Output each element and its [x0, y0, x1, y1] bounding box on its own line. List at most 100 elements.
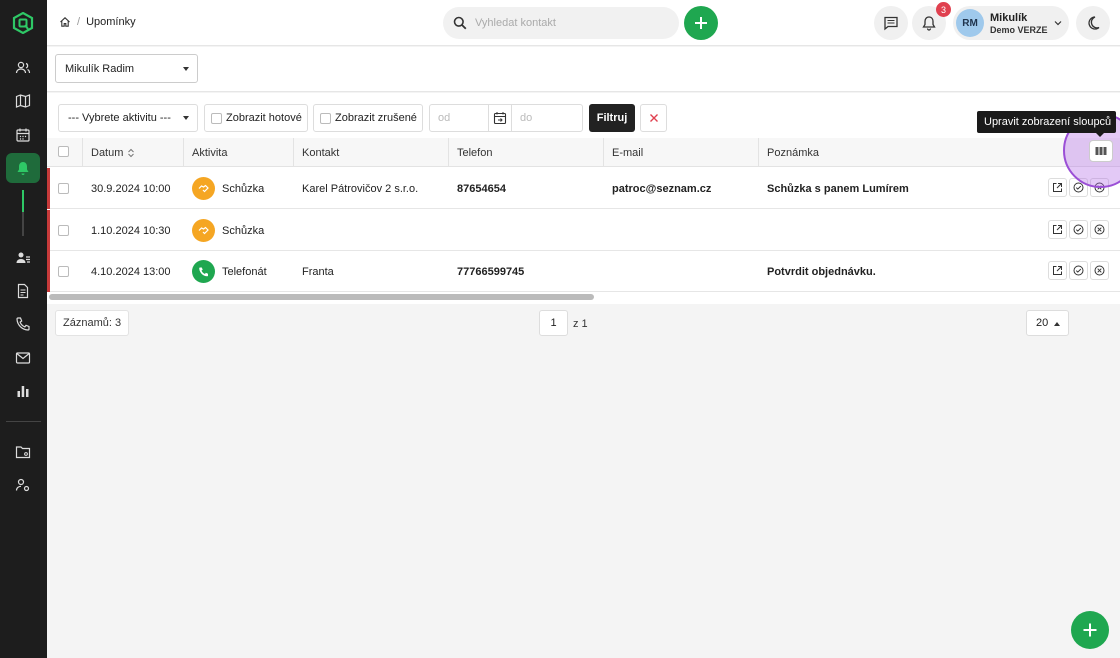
complete-button[interactable]	[1069, 261, 1088, 280]
column-poznamka[interactable]: Poznámka	[758, 138, 1088, 167]
plus-icon	[1083, 623, 1097, 637]
search-box[interactable]	[443, 7, 679, 39]
show-done-checkbox[interactable]	[211, 112, 222, 124]
floating-add-button[interactable]	[1071, 611, 1109, 649]
row-checkbox[interactable]	[58, 266, 69, 280]
activity-select-value: --- Vybrete aktivitu ---	[68, 112, 171, 124]
row-checkbox[interactable]	[58, 183, 69, 197]
clear-filter-button[interactable]	[640, 104, 667, 132]
cancel-button[interactable]	[1090, 220, 1109, 239]
row-note: Schůzka s panem Lumírem	[767, 182, 909, 195]
activity-select[interactable]: --- Vybrete aktivitu ---	[58, 104, 198, 132]
row-activity: Schůzka	[192, 168, 264, 209]
sidebar-progress-line	[22, 190, 24, 212]
show-cancelled-checkbox[interactable]	[320, 112, 331, 124]
sidebar-item-user-tasks[interactable]	[6, 243, 40, 273]
open-button[interactable]	[1048, 220, 1067, 239]
sidebar-item-documents[interactable]	[6, 276, 40, 306]
row-phone[interactable]: 87654654	[457, 168, 506, 209]
complete-button[interactable]	[1069, 220, 1088, 239]
caret-up-icon	[1054, 322, 1060, 326]
show-cancelled-toggle[interactable]: Zobrazit zrušené	[313, 104, 423, 132]
calendar-icon	[16, 128, 30, 142]
phone-icon	[192, 260, 215, 283]
records-count: Záznamů: 3	[55, 310, 130, 336]
chevron-down-icon	[1054, 21, 1062, 26]
show-done-toggle[interactable]: Zobrazit hotové	[204, 104, 308, 132]
row-date: 1.10.2024 10:30	[91, 224, 171, 237]
table-row[interactable]: 30.9.2024 10:00 Schůzka Karel Pátrovičov…	[47, 168, 1120, 209]
row-date: 4.10.2024 13:00	[91, 265, 171, 278]
column-kontakt[interactable]: Kontakt	[293, 138, 448, 167]
sidebar-item-calendar[interactable]	[6, 120, 40, 150]
add-button[interactable]	[684, 6, 718, 40]
table-row[interactable]: 4.10.2024 13:00 Telefonát Franta 7776659…	[47, 251, 1120, 292]
row-note: Potvrdit objednávku.	[767, 265, 876, 278]
dark-mode-button[interactable]	[1076, 6, 1110, 40]
moon-icon	[1088, 16, 1100, 30]
column-telefon[interactable]: Telefon	[448, 138, 603, 167]
sidebar-divider	[6, 421, 41, 422]
search-input[interactable]	[475, 17, 655, 29]
home-icon[interactable]	[59, 16, 71, 28]
x-circle-icon	[1094, 224, 1105, 235]
external-link-icon	[1053, 183, 1062, 192]
breadcrumb: / Upomínky	[59, 16, 136, 28]
sidebar-item-contacts[interactable]	[6, 53, 40, 83]
row-date: 30.9.2024 10:00	[91, 182, 171, 195]
top-header: / Upomínky 3 RM Mikulík Demo VERZE	[47, 0, 1120, 46]
table-row[interactable]: 1.10.2024 10:30 Schůzka	[47, 210, 1120, 251]
sidebar-item-map[interactable]	[6, 86, 40, 116]
meeting-icon	[192, 177, 215, 200]
per-page-select[interactable]: 20	[1026, 310, 1069, 336]
row-contact[interactable]: Franta	[302, 251, 334, 292]
sidebar-item-files[interactable]	[6, 437, 40, 467]
check-circle-icon	[1073, 224, 1084, 235]
sidebar-item-reminders[interactable]	[6, 153, 40, 183]
user-company: Demo VERZE	[990, 25, 1048, 35]
caret-down-icon	[183, 116, 189, 120]
sidebar	[0, 0, 47, 658]
user-menu[interactable]: RM Mikulík Demo VERZE	[953, 6, 1069, 40]
select-all-checkbox[interactable]	[58, 146, 69, 160]
sidebar-item-user-settings[interactable]	[6, 470, 40, 500]
open-button[interactable]	[1048, 261, 1067, 280]
app-logo-icon[interactable]	[12, 12, 34, 34]
horizontal-scrollbar[interactable]	[49, 294, 594, 300]
sidebar-item-calls[interactable]	[6, 309, 40, 339]
check-circle-icon	[1073, 265, 1084, 276]
row-phone[interactable]: 77766599745	[457, 251, 524, 292]
row-contact[interactable]: Karel Pátrovičov 2 s.r.o.	[302, 168, 418, 209]
page-number-input[interactable]: 1	[539, 310, 568, 336]
users-icon	[15, 61, 31, 74]
reminders-table: Datum Aktivita Kontakt Telefon E-mail Po…	[47, 138, 1120, 304]
sidebar-item-email[interactable]	[6, 343, 40, 373]
row-email[interactable]: patroc@seznam.cz	[612, 168, 711, 209]
column-datum[interactable]: Datum	[82, 138, 183, 167]
filter-bar: --- Vybrete aktivitu --- Zobrazit hotové…	[47, 93, 1120, 138]
filter-button[interactable]: Filtruj	[589, 104, 635, 132]
owner-select-value: Mikulík Radim	[65, 62, 135, 75]
messages-button[interactable]	[874, 6, 908, 40]
external-link-icon	[1053, 225, 1062, 234]
sidebar-progress-line-rest	[22, 212, 24, 236]
date-range	[429, 104, 583, 132]
date-from-input[interactable]	[430, 112, 488, 124]
per-page-value: 20	[1036, 317, 1049, 329]
date-to-input[interactable]	[512, 112, 570, 124]
cancel-button[interactable]	[1090, 261, 1109, 280]
column-settings-button[interactable]	[1089, 140, 1113, 162]
sort-icon	[128, 148, 135, 157]
row-activity: Schůzka	[192, 210, 264, 251]
map-icon	[15, 94, 31, 108]
row-checkbox[interactable]	[58, 225, 69, 239]
search-icon	[453, 16, 467, 30]
column-email[interactable]: E-mail	[603, 138, 758, 167]
owner-select[interactable]: Mikulík Radim	[55, 54, 198, 83]
date-picker-button[interactable]	[488, 105, 512, 131]
columns-icon	[1095, 147, 1107, 155]
plus-icon	[695, 17, 707, 29]
column-aktivita[interactable]: Aktivita	[183, 138, 293, 167]
open-button[interactable]	[1048, 178, 1067, 197]
sidebar-item-reports[interactable]	[6, 376, 40, 406]
